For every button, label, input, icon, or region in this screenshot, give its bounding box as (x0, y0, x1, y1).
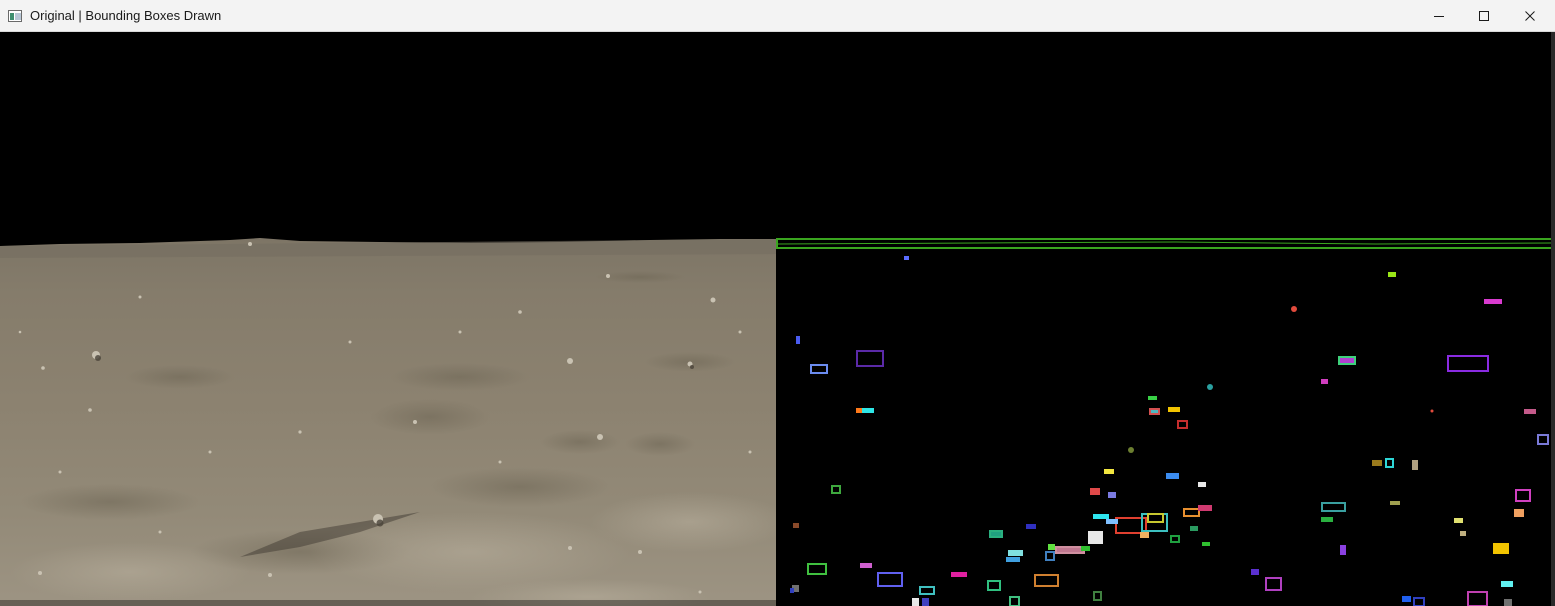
maximize-button[interactable] (1461, 0, 1507, 31)
lunar-surface-image (0, 32, 776, 606)
close-icon (1524, 10, 1536, 22)
bounding-box-mask-image (776, 32, 1555, 606)
minimize-button[interactable] (1416, 0, 1462, 31)
close-button[interactable] (1507, 0, 1553, 31)
window-title-bar[interactable]: Original | Bounding Boxes Drawn (0, 0, 1555, 32)
window-title: Original | Bounding Boxes Drawn (30, 8, 222, 23)
maximize-icon (1478, 10, 1490, 22)
original-image-panel (0, 32, 776, 606)
window-right-border (1551, 32, 1555, 606)
minimize-icon (1433, 10, 1445, 22)
bounding-boxes-panel (776, 32, 1555, 606)
app-window-icon (8, 10, 22, 22)
image-display-area (0, 32, 1555, 606)
